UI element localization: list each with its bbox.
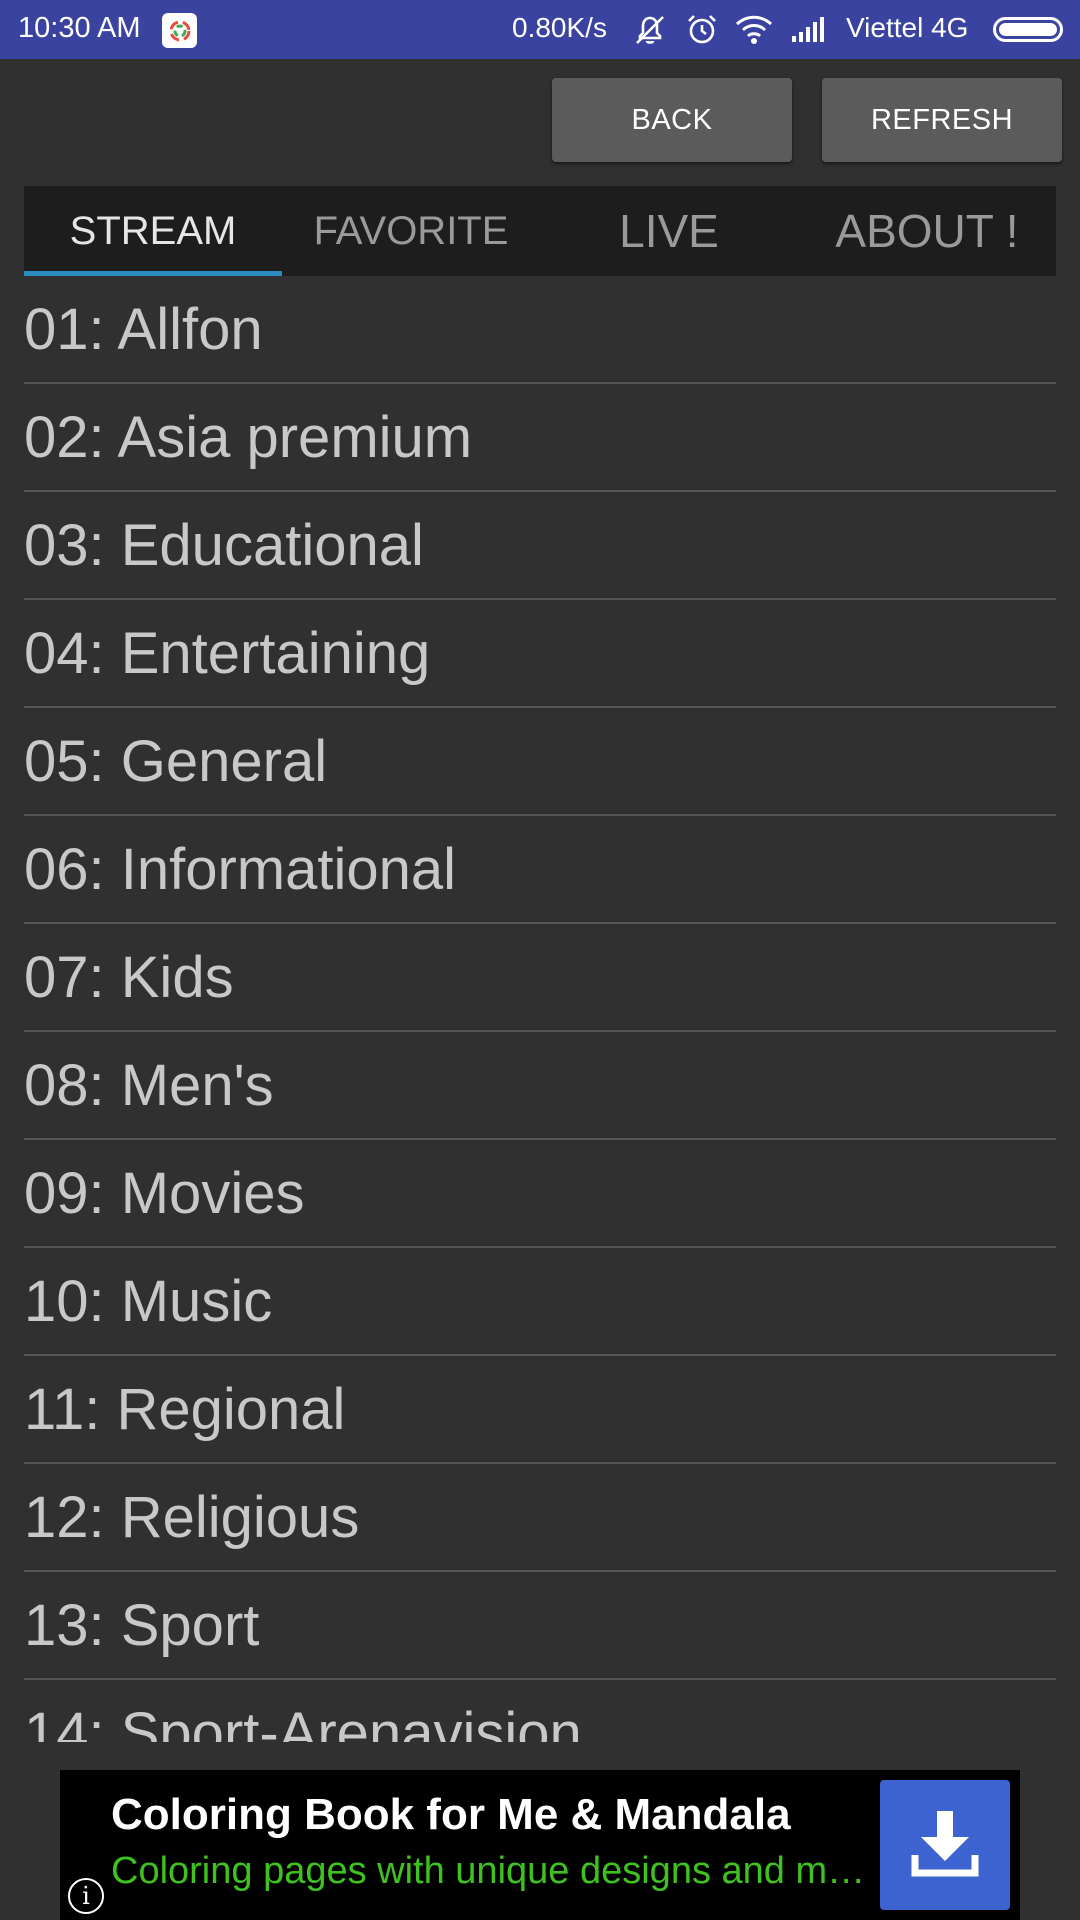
list-item[interactable]: 01: Allfon (24, 276, 1056, 384)
status-bar: 10:30 AM 0.80K/s Viettel 4G (0, 0, 1080, 59)
app-notification-icon (162, 13, 197, 48)
list-item[interactable]: 06: Informational (24, 816, 1056, 924)
list-item[interactable]: 10: Music (24, 1248, 1056, 1356)
list-item[interactable]: 08: Men's (24, 1032, 1056, 1140)
mute-icon (632, 12, 668, 55)
list-item[interactable]: 02: Asia premium (24, 384, 1056, 492)
list-item[interactable]: 14: Sport-Arenavision (24, 1680, 1056, 1743)
list-item[interactable]: 05: General (24, 708, 1056, 816)
list-item[interactable]: 13: Sport (24, 1572, 1056, 1680)
status-time: 10:30 AM (18, 12, 141, 44)
info-icon[interactable]: i (68, 1878, 104, 1914)
battery-level (999, 23, 1057, 36)
signal-icon (790, 12, 830, 55)
back-button[interactable]: BACK (552, 78, 792, 162)
refresh-button[interactable]: REFRESH (822, 78, 1062, 162)
list-item[interactable]: 07: Kids (24, 924, 1056, 1032)
tab-bar: STREAM FAVORITE LIVE ABOUT ! (24, 186, 1056, 276)
download-icon (905, 1803, 985, 1888)
category-list[interactable]: 01: Allfon 02: Asia premium 03: Educatio… (24, 276, 1056, 1742)
ad-title[interactable]: Coloring Book for Me & Mandala (111, 1790, 791, 1840)
download-button[interactable] (880, 1780, 1010, 1910)
list-item[interactable]: 04: Entertaining (24, 600, 1056, 708)
ad-banner[interactable]: Coloring Book for Me & Mandala Coloring … (60, 1770, 1020, 1920)
list-item[interactable]: 12: Religious (24, 1464, 1056, 1572)
list-item[interactable]: 03: Educational (24, 492, 1056, 600)
wifi-icon (734, 12, 774, 55)
battery-icon (993, 17, 1063, 42)
tab-live[interactable]: LIVE (540, 186, 798, 276)
list-item[interactable]: 09: Movies (24, 1140, 1056, 1248)
tab-stream[interactable]: STREAM (24, 186, 282, 276)
tab-favorite[interactable]: FAVORITE (282, 186, 540, 276)
ad-subtitle[interactable]: Coloring pages with unique designs and m… (111, 1850, 871, 1893)
carrier-name: Viettel 4G (846, 12, 969, 43)
alarm-icon (684, 12, 720, 55)
list-item[interactable]: 11: Regional (24, 1356, 1056, 1464)
tab-about[interactable]: ABOUT ! (798, 186, 1056, 276)
net-speed: 0.80K/s (512, 12, 607, 43)
